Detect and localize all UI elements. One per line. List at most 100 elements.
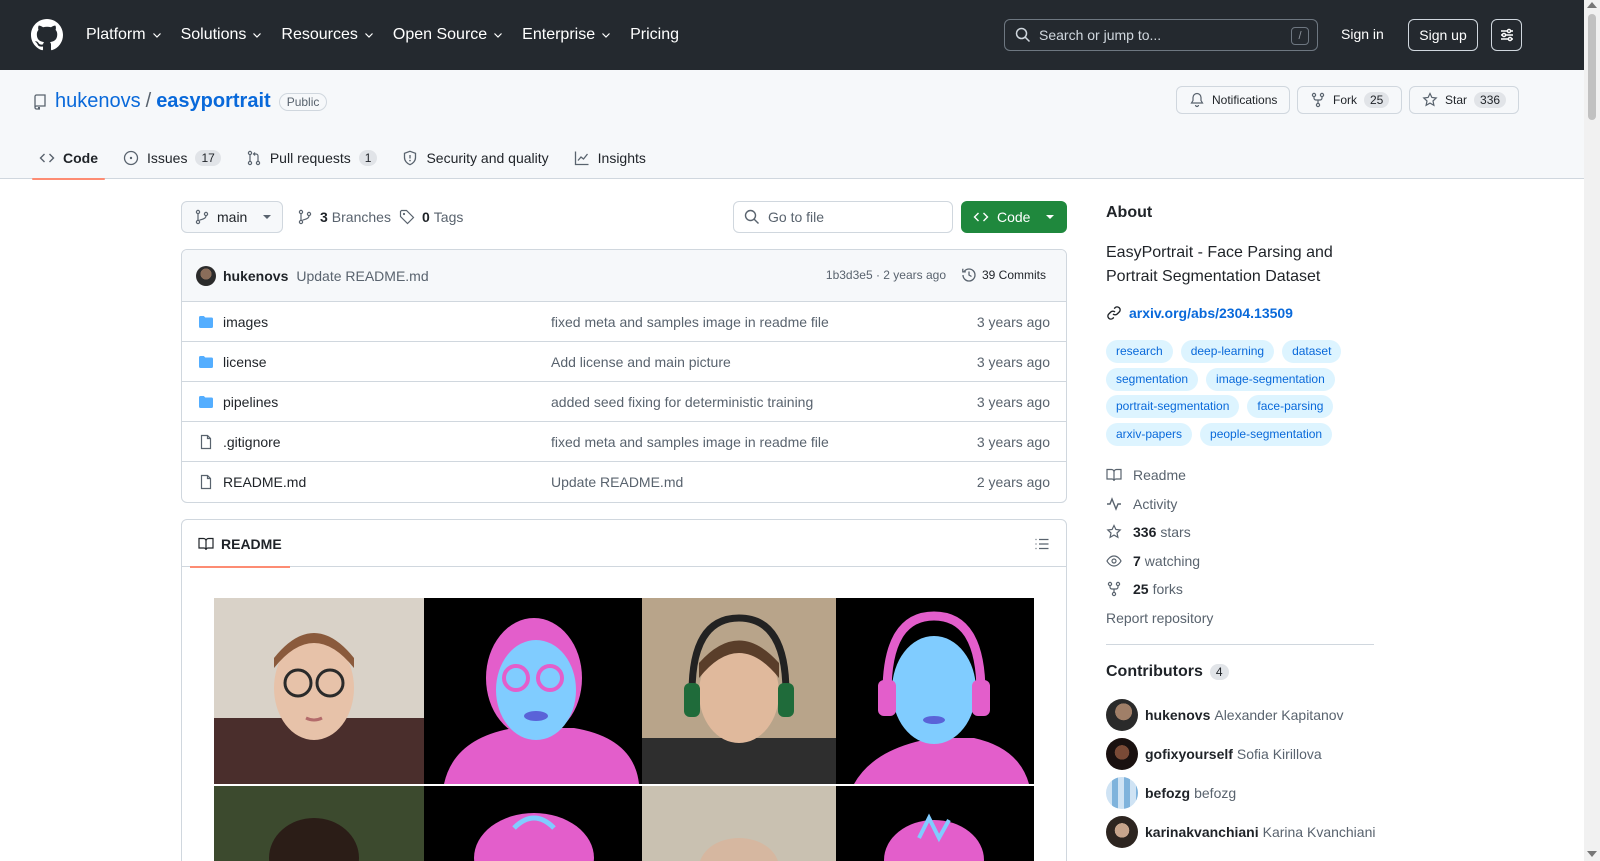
nav-resources[interactable]: Resources bbox=[281, 26, 374, 44]
nav-platform[interactable]: Platform bbox=[86, 26, 163, 44]
file-name-link[interactable]: pipelines bbox=[223, 394, 278, 410]
topic-tag[interactable]: dataset bbox=[1282, 340, 1342, 363]
scroll-up-arrow-icon[interactable] bbox=[1587, 2, 1597, 8]
sign-in-link[interactable]: Sign in bbox=[1341, 26, 1384, 42]
contributor-name: befozg bbox=[1194, 785, 1237, 801]
file-name-link[interactable]: .gitignore bbox=[223, 434, 281, 450]
repo-header: hukenovs / easyportrait Public Notificat… bbox=[0, 70, 1584, 180]
sidebar-divider bbox=[1106, 644, 1374, 645]
contributor-item[interactable]: karinakvanchiani Karina Kvanchiani bbox=[1106, 816, 1375, 848]
table-row[interactable]: license Add license and main picture 3 y… bbox=[182, 342, 1066, 382]
caret-down-icon bbox=[1046, 215, 1055, 219]
file-name-link[interactable]: images bbox=[223, 314, 268, 330]
nav-label: Pricing bbox=[630, 26, 679, 43]
avatar[interactable] bbox=[196, 265, 216, 286]
tab-label: Pull requests bbox=[269, 149, 351, 166]
search-icon bbox=[1015, 27, 1031, 43]
repo-owner-link[interactable]: hukenovs bbox=[55, 90, 141, 113]
file-name-link[interactable]: README.md bbox=[223, 474, 306, 490]
search-icon bbox=[744, 209, 759, 224]
tab-security[interactable]: Security and quality bbox=[395, 136, 555, 179]
star-label: Star bbox=[1445, 93, 1468, 107]
file-commit-message[interactable]: fixed meta and samples image in readme f… bbox=[551, 314, 829, 330]
tab-pull-requests[interactable]: Pull requests 1 bbox=[239, 136, 385, 179]
topic-tag[interactable]: people-segmentation bbox=[1200, 422, 1333, 446]
commit-author-link[interactable]: hukenovs bbox=[223, 268, 288, 284]
segmentation-mask-tile bbox=[836, 598, 1034, 784]
folder-icon bbox=[199, 316, 213, 328]
fork-button[interactable]: Fork 25 bbox=[1297, 86, 1403, 114]
nav-enterprise[interactable]: Enterprise bbox=[522, 26, 612, 44]
tags-link[interactable]: 0 Tags bbox=[399, 209, 463, 225]
list-unordered-icon[interactable] bbox=[1034, 536, 1050, 552]
file-commit-message[interactable]: added seed fixing for deterministic trai… bbox=[551, 394, 813, 410]
repo-title: hukenovs / easyportrait Public bbox=[32, 90, 328, 113]
topic-tag[interactable]: segmentation bbox=[1106, 367, 1199, 391]
table-row[interactable]: images fixed meta and samples image in r… bbox=[182, 302, 1066, 342]
menu-button[interactable] bbox=[1491, 19, 1522, 51]
pulse-icon bbox=[1107, 497, 1121, 511]
commits-history-link[interactable]: 39 Commits bbox=[961, 267, 1046, 283]
nav-label: Platform bbox=[86, 26, 146, 43]
readme-tab[interactable]: README bbox=[190, 520, 290, 568]
nav-solutions[interactable]: Solutions bbox=[181, 26, 264, 44]
chevron-down-icon bbox=[253, 33, 262, 38]
code-dropdown-button[interactable]: Code bbox=[961, 201, 1067, 233]
watching-label: watching bbox=[1144, 553, 1201, 569]
topic-tag[interactable]: arxiv-papers bbox=[1106, 422, 1193, 446]
file-commit-message[interactable]: Update README.md bbox=[551, 474, 683, 490]
topic-tag[interactable]: research bbox=[1106, 340, 1173, 363]
contributor-item[interactable]: befozg befozg bbox=[1106, 777, 1236, 809]
homepage-link[interactable]: arxiv.org/abs/2304.13509 bbox=[1106, 305, 1293, 321]
topic-tag[interactable]: image-segmentation bbox=[1206, 367, 1335, 391]
tab-code[interactable]: Code bbox=[32, 136, 105, 180]
commit-message-link[interactable]: Update README.md bbox=[296, 268, 428, 284]
star-button[interactable]: Star 336 bbox=[1409, 86, 1520, 114]
forks-link[interactable]: 25 forks bbox=[1106, 581, 1183, 597]
notifications-button[interactable]: Notifications bbox=[1176, 86, 1291, 114]
topic-tag[interactable]: deep-learning bbox=[1180, 340, 1275, 363]
search-input[interactable]: Search or jump to... / bbox=[1004, 19, 1318, 51]
scrollbar-thumb[interactable] bbox=[1588, 14, 1596, 120]
repo-description: EasyPortrait - Face Parsing and Portrait… bbox=[1106, 244, 1333, 285]
table-row[interactable]: pipelines added seed fixing for determin… bbox=[182, 382, 1066, 422]
readme-link[interactable]: Readme bbox=[1106, 467, 1186, 483]
github-logo-icon[interactable] bbox=[31, 19, 63, 51]
tags-label: Tags bbox=[433, 209, 464, 225]
file-commit-message[interactable]: fixed meta and samples image in readme f… bbox=[551, 434, 829, 450]
nav-label: Solutions bbox=[180, 26, 247, 43]
branches-label: Branches bbox=[331, 209, 391, 225]
repo-name-link[interactable]: easyportrait bbox=[156, 90, 271, 113]
file-name-link[interactable]: license bbox=[223, 354, 267, 370]
search-shortcut-key: / bbox=[1291, 27, 1309, 45]
commits-label: 39 Commits bbox=[981, 268, 1046, 282]
activity-link[interactable]: Activity bbox=[1106, 496, 1177, 512]
contributor-item[interactable]: hukenovs Alexander Kapitanov bbox=[1106, 699, 1344, 731]
tab-label: Insights bbox=[597, 149, 646, 166]
tab-issues[interactable]: Issues 17 bbox=[116, 136, 228, 179]
branch-select-button[interactable]: main bbox=[181, 201, 283, 233]
page-scrollbar[interactable] bbox=[1584, 0, 1600, 861]
fork-icon bbox=[1107, 581, 1121, 597]
table-row[interactable]: README.md Update README.md 2 years ago bbox=[182, 462, 1066, 502]
nav-open-source[interactable]: Open Source bbox=[393, 26, 504, 44]
homepage-url: arxiv.org/abs/2304.13509 bbox=[1129, 305, 1293, 321]
avatar bbox=[1106, 699, 1138, 731]
file-commit-message[interactable]: Add license and main picture bbox=[551, 354, 731, 370]
contributors-heading[interactable]: Contributors 4 bbox=[1106, 663, 1229, 681]
topic-tag[interactable]: portrait-segmentation bbox=[1106, 395, 1240, 418]
nav-pricing[interactable]: Pricing bbox=[630, 26, 679, 44]
go-to-file-input[interactable]: Go to file bbox=[733, 201, 953, 233]
contributor-item[interactable]: gofixyourself Sofia Kirillova bbox=[1106, 738, 1322, 770]
scroll-down-arrow-icon[interactable] bbox=[1587, 851, 1597, 857]
watchers-link[interactable]: 7 watching bbox=[1106, 553, 1200, 569]
commit-meta[interactable]: 1b3d3e5 · 2 years ago bbox=[826, 268, 946, 282]
file-age: 3 years ago bbox=[976, 394, 1050, 410]
topic-tag[interactable]: face-parsing bbox=[1247, 395, 1334, 418]
stars-link[interactable]: 336 stars bbox=[1106, 524, 1191, 540]
report-repository-link[interactable]: Report repository bbox=[1106, 610, 1213, 626]
sign-up-button[interactable]: Sign up bbox=[1408, 19, 1478, 51]
branches-link[interactable]: 3 Branches bbox=[297, 209, 391, 225]
table-row[interactable]: .gitignore fixed meta and samples image … bbox=[182, 422, 1066, 462]
tab-insights[interactable]: Insights bbox=[567, 136, 653, 179]
